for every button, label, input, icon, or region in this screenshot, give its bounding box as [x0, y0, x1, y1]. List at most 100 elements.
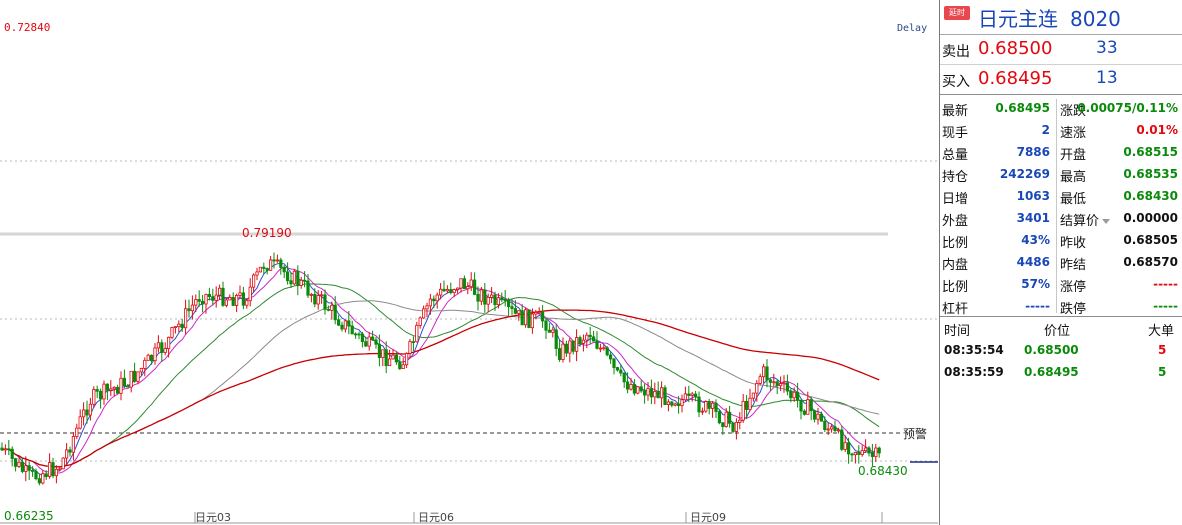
candle-body [728, 411, 732, 424]
candle-body [85, 409, 89, 416]
candle-body [377, 343, 382, 358]
candle-body [319, 294, 324, 297]
buy-quote-row[interactable]: 买入 0.68495 13 [940, 65, 1182, 95]
candle-body [333, 304, 337, 321]
stat-row: 跌停 ----- [1058, 295, 1182, 317]
candle-body [636, 386, 640, 394]
candle-body [13, 458, 18, 467]
trade-price: 0.68500 [1024, 343, 1079, 357]
stat-label: 内盘 [942, 258, 969, 273]
candle-body [541, 311, 545, 322]
candle-body [255, 271, 259, 276]
candle-body [353, 333, 358, 336]
candle-body [105, 383, 109, 391]
stat-value: 4486 [1016, 255, 1050, 269]
candle-body [289, 280, 293, 285]
candle-body [285, 271, 290, 282]
sell-price: 0.68500 [978, 38, 1053, 59]
stat-value: 0.01% [1136, 123, 1178, 137]
stat-label: 比例 [942, 280, 969, 295]
stat-label: 最低 [1060, 192, 1087, 207]
candle-body [51, 462, 55, 477]
trade-price: 0.68495 [1024, 365, 1079, 379]
stat-value: 242269 [999, 167, 1050, 181]
candle-body [10, 448, 14, 459]
sell-quote-row[interactable]: 卖出 0.68500 33 [940, 35, 1182, 65]
stat-row: 速涨 0.01% [1058, 119, 1182, 141]
candle-body [37, 478, 42, 484]
candle-body [421, 308, 426, 319]
stat-value: 0.68430 [1123, 189, 1178, 203]
candle-body [88, 403, 92, 416]
stat-label: 总量 [942, 148, 969, 163]
stat-label: 最新 [942, 104, 969, 119]
candle-body [343, 320, 348, 330]
stat-label: 持仓 [942, 170, 969, 185]
candle-body [809, 399, 813, 412]
candle-body [408, 341, 412, 354]
candle-body [816, 413, 820, 420]
candle-body [272, 259, 276, 262]
candle-body [721, 422, 725, 427]
stat-value: 0.68535 [1123, 167, 1178, 181]
candles [0, 252, 881, 486]
stat-value: 0.00075/0.11% [1077, 101, 1178, 115]
candle-body [639, 386, 643, 392]
stat-row: 内盘 4486 [940, 251, 1054, 273]
candle-body [173, 326, 177, 329]
candle-body [347, 320, 351, 327]
stat-label: 结算价 [1060, 210, 1111, 229]
candle-body [119, 377, 123, 394]
candle-body [455, 287, 460, 290]
candle-body [234, 295, 239, 306]
candle-body [714, 402, 718, 412]
chevron-down-icon[interactable] [1102, 219, 1111, 224]
candle-body [524, 309, 528, 326]
candle-body [109, 388, 113, 391]
candle-body [476, 293, 480, 302]
candle-body [768, 379, 773, 383]
candle-body [748, 397, 752, 410]
candle-body [493, 294, 497, 306]
chart-canvas[interactable]: 0.72840 Delay 0.79190 0.66235 0.68430 预警… [0, 0, 938, 525]
stat-value: 0.68515 [1123, 145, 1178, 159]
candle-body [238, 292, 242, 296]
stat-value: 0.68505 [1123, 233, 1178, 247]
stat-value: ----- [1153, 299, 1178, 313]
candle-body [394, 354, 399, 363]
candle-body [877, 447, 881, 454]
candle-body [231, 297, 235, 306]
candle-body [466, 286, 470, 290]
candle-body [554, 329, 558, 349]
candle-body [129, 370, 133, 388]
stat-value: 0.68495 [995, 101, 1050, 115]
candle-body [653, 390, 657, 398]
candle-body [585, 334, 589, 341]
candle-body [738, 419, 742, 423]
candle-body [850, 453, 854, 456]
candle-body [663, 387, 667, 406]
stat-value: 2 [1041, 123, 1050, 137]
candle-body [612, 358, 616, 368]
candle-body [833, 426, 837, 432]
buy-price: 0.68495 [978, 68, 1053, 89]
candle-body [34, 470, 38, 480]
candle-body [544, 320, 548, 331]
candle-body [517, 310, 521, 314]
candle-body [666, 401, 671, 406]
candle-body [595, 340, 599, 349]
candle-body [711, 402, 715, 409]
date-label: 日元06 [418, 511, 454, 524]
candlestick-chart[interactable]: 0.72840 Delay 0.79190 0.66235 0.68430 预警… [0, 0, 938, 525]
candle-body [445, 289, 450, 292]
instrument-title[interactable]: 日元主连 8020 [978, 3, 1121, 32]
candle-body [166, 336, 171, 350]
candle-body [609, 354, 613, 360]
candle-body [772, 381, 776, 384]
stat-label: 最高 [1060, 170, 1087, 185]
candle-body [139, 367, 143, 373]
trades-list: 08:35:54 0.68500 5 08:35:59 0.68495 5 [940, 339, 1182, 383]
candle-body [160, 342, 164, 353]
candle-body [71, 436, 75, 453]
stat-label: 涨停 [1060, 280, 1087, 295]
